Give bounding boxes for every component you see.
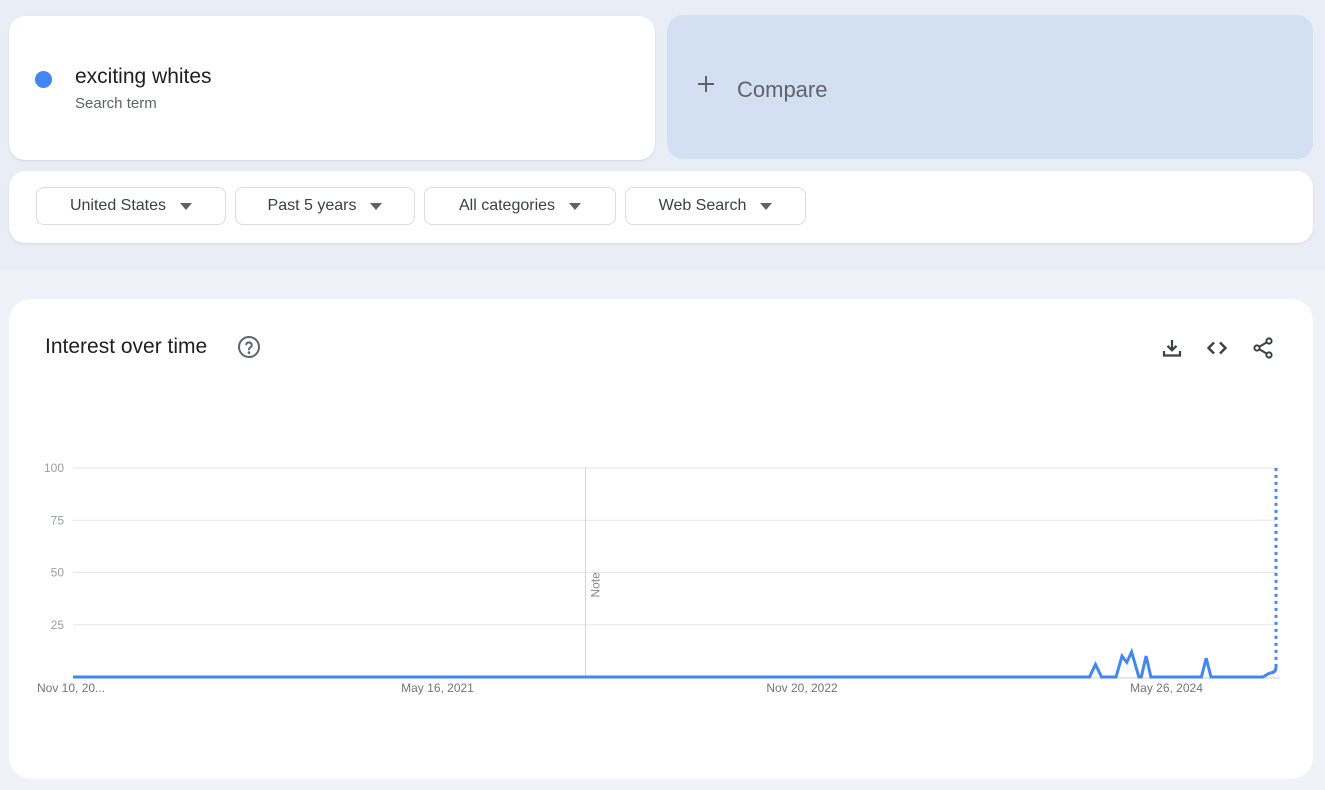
x-tick-label: Nov 20, 2022 [766, 681, 838, 695]
search-term-name: exciting whites [75, 65, 212, 88]
x-tick-label: May 16, 2021 [401, 681, 474, 695]
series-partial-curve [1269, 666, 1278, 675]
x-tick-label: Nov 10, 20... [37, 681, 105, 695]
y-tick-label: 100 [44, 461, 64, 475]
y-tick-label: 50 [51, 566, 65, 580]
caret-down-icon [569, 202, 582, 210]
y-tick-label: 75 [51, 513, 65, 527]
filter-bar: United States Past 5 years All categorie… [9, 171, 1313, 243]
series-line [73, 647, 1271, 679]
filter-category-label: All categories [458, 197, 556, 214]
interest-chart: 25 50 75 100 Note Nov 10, 20... May 16, 2021 No… [37, 461, 1280, 695]
filter-time-label: Past 5 years [267, 197, 357, 214]
filter-region-label: United States [69, 197, 167, 214]
compare-button[interactable]: Compare [667, 15, 1313, 159]
filter-category-dropdown[interactable]: All categories [424, 187, 616, 225]
note-label: Note [588, 572, 602, 598]
filter-region-dropdown[interactable]: United States [36, 187, 226, 225]
search-term-subtitle: Search term [75, 95, 157, 112]
filter-time-dropdown[interactable]: Past 5 years [235, 187, 415, 225]
caret-down-icon [760, 202, 773, 210]
x-tick-label: May 26, 2024 [1130, 681, 1203, 695]
y-tick-label: 25 [51, 618, 65, 632]
caret-down-icon [370, 202, 383, 210]
caret-down-icon [180, 202, 193, 210]
series-color-dot [35, 71, 52, 88]
search-term-card[interactable]: exciting whites Search term [9, 16, 655, 160]
filter-search-type-label: Web Search [658, 197, 747, 214]
filter-search-type-dropdown[interactable]: Web Search [625, 187, 806, 225]
compare-label: Compare [737, 77, 828, 102]
interest-over-time-panel: Interest over time 25 50 75 100 Note Nov 10, … [9, 299, 1313, 779]
plus-icon [698, 76, 714, 92]
